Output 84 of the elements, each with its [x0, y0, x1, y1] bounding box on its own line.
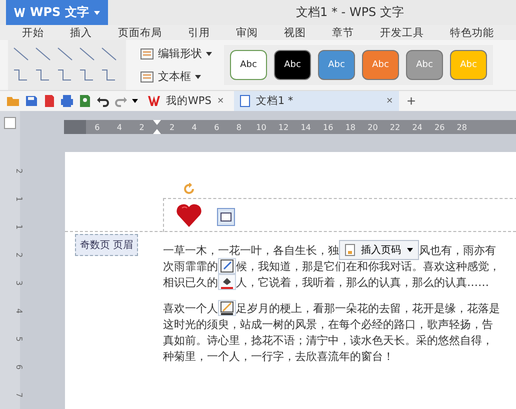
wps-logo-icon — [148, 96, 160, 106]
caret-icon — [132, 99, 138, 103]
menu-tab[interactable]: 开发工具 — [380, 26, 424, 40]
fill-icon[interactable] — [218, 274, 236, 290]
ruler-number: 12 — [277, 122, 290, 132]
ruler-number: 2 — [168, 122, 176, 132]
edit-icon[interactable] — [218, 258, 236, 274]
document-icon — [240, 95, 250, 107]
indent-marker-icon[interactable] — [152, 120, 161, 134]
paragraph-line: 人，它说着，我听着，那么的认真，那么的认真…… — [236, 274, 489, 290]
ruler-number: 10 — [255, 122, 268, 132]
text-box-icon — [140, 70, 154, 82]
outline-icon[interactable] — [218, 300, 236, 316]
menu-tab[interactable]: 开始 — [22, 26, 44, 40]
ruler-number: 6 — [94, 122, 101, 132]
ruler-number: 6 — [14, 364, 24, 370]
odd-page-header-label: 奇数页 页眉 — [75, 234, 138, 256]
paragraph-line: 一草一木，一花一叶，各自生长，独 — [163, 242, 339, 258]
document-tab[interactable]: 文档1 * × — [234, 91, 399, 111]
ruler-number: 4 — [190, 122, 198, 132]
paragraph-line: 相识已久的 — [163, 274, 218, 290]
menu-tab[interactable]: 特色功能 — [450, 26, 494, 40]
save-icon[interactable] — [24, 94, 38, 108]
caret-icon — [94, 10, 100, 14]
close-tab-button[interactable]: × — [386, 95, 393, 107]
text-box-button[interactable]: 文本框 — [140, 69, 212, 84]
ruler-number: 1 — [14, 224, 24, 230]
ruler-number: 8 — [235, 122, 242, 132]
document-tab[interactable]: 我的WPS × — [142, 91, 230, 111]
insert-page-number-button[interactable]: 插入页码 — [339, 240, 419, 260]
menu-tab[interactable]: 插入 — [70, 26, 92, 40]
shape-icon — [140, 48, 154, 60]
ruler-margin — [64, 120, 86, 134]
caret-icon — [195, 74, 201, 78]
paragraph-line: 足岁月的梗上，看那一朵花的去留，花开是缘，花落是 — [236, 300, 500, 316]
paragraph-line: 风也有，雨亦有 — [419, 242, 496, 258]
menu-tab[interactable]: 视图 — [284, 26, 306, 40]
logo-icon — [14, 8, 25, 17]
menu-tab[interactable]: 引用 — [188, 26, 210, 40]
ruler-number: 2 — [138, 122, 146, 132]
ruler-number: 2 — [14, 252, 24, 258]
paragraph-line: 候，我知道，那是它们在和你我对话。喜欢这种感觉， — [236, 258, 500, 274]
ruler-number: 14 — [300, 122, 312, 132]
paragraph-line: 种菊里，一个人，一行字，去欣喜流年的窗台！ — [163, 348, 394, 364]
rotate-handle-icon[interactable] — [183, 183, 195, 195]
ruler-number: 4 — [116, 122, 123, 132]
ruler-number: 28 — [456, 122, 468, 132]
ruler-number: 4 — [14, 308, 24, 314]
menu-tab[interactable]: 章节 — [332, 26, 354, 40]
ruler-number: 6 — [213, 122, 220, 132]
paragraph-line: 次雨霏霏的 — [163, 258, 218, 274]
shape-style-swatch[interactable]: Abc — [274, 50, 311, 80]
paragraph-line: 真如前。诗心里，捻花不语；清宁中，读水色天长。采的悠然自得， — [163, 332, 493, 348]
ruler-number: 2 — [14, 168, 24, 174]
ruler-number: 26 — [434, 122, 446, 132]
caret-icon — [407, 248, 413, 252]
paragraph-line: 这时光的须臾，站成一树的风景，在每个必经的路口，歌声轻扬，告 — [163, 316, 493, 332]
edit-shape-button[interactable]: 编辑形状 — [140, 46, 212, 61]
tab-stop-icon[interactable] — [4, 117, 16, 129]
ruler-number: 5 — [14, 336, 24, 342]
print-icon[interactable] — [60, 94, 74, 108]
layout-options-icon[interactable] — [217, 208, 235, 226]
ruler-number: 22 — [388, 122, 402, 132]
close-tab-button[interactable]: × — [217, 95, 224, 107]
tab-label[interactable]: 文档1 * — [256, 94, 294, 108]
pdf-icon[interactable] — [42, 94, 56, 108]
menu-tab[interactable]: 审阅 — [236, 26, 258, 40]
tab-label[interactable]: 我的WPS — [166, 94, 212, 108]
app-menu-button[interactable]: WPS 文字 — [6, 0, 108, 25]
ruler-number: 16 — [322, 122, 334, 132]
window-title: 文档1 * - WPS 文字 — [296, 4, 404, 21]
menu-tab[interactable]: 页面布局 — [118, 26, 162, 40]
ruler-number: 18 — [344, 122, 356, 132]
new-tab-button[interactable]: + — [402, 92, 420, 110]
preview-icon[interactable] — [78, 94, 92, 108]
page-icon — [345, 244, 355, 256]
paragraph-line: 喜欢一个人 — [163, 300, 218, 316]
shape-style-swatch[interactable]: Abc — [230, 50, 267, 80]
ruler-number: 1 — [14, 196, 24, 202]
ruler-number: 3 — [14, 280, 24, 286]
ruler-number: 24 — [411, 122, 424, 132]
ruler-number: 20 — [366, 122, 379, 132]
ruler-number: 7 — [14, 392, 24, 398]
caret-icon — [206, 52, 212, 56]
